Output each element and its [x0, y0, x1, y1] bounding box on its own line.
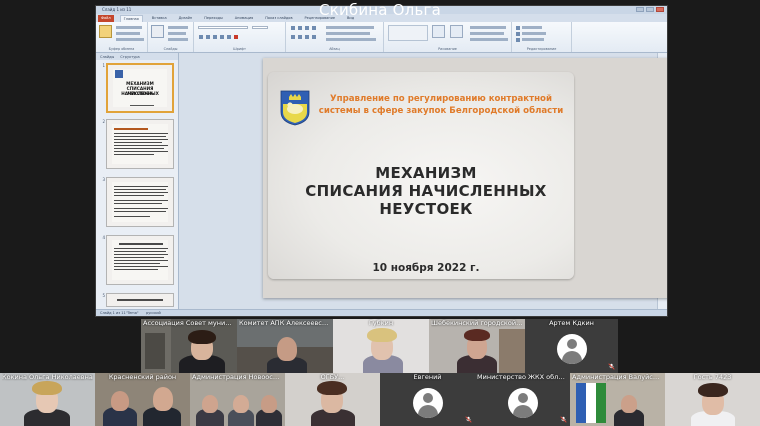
- participant-tile[interactable]: Гость 7423: [665, 373, 760, 426]
- org-line-1: Управление по регулированию контрактной: [330, 94, 552, 104]
- status-slide-number: Слайд 1 из 11: [100, 311, 126, 315]
- participant-tile[interactable]: Ассоциация Совет муници...: [141, 319, 237, 373]
- group-label-paragraph: Абзац: [329, 47, 340, 51]
- belgorod-coat-of-arms-icon: [280, 90, 310, 126]
- participant-name: Артем Кдкин: [549, 319, 594, 327]
- thumbnail-slide-3[interactable]: 3: [99, 177, 174, 227]
- thumbnail-slide-4[interactable]: 4: [99, 235, 174, 285]
- slide-date: 10 ноября 2022 г.: [372, 262, 480, 274]
- participant-tile[interactable]: Евгений: [380, 373, 475, 426]
- group-label-editing: Редактирование: [526, 47, 557, 51]
- ribbon-group-slides[interactable]: Слайды: [148, 22, 194, 52]
- status-theme: "Tema": [126, 311, 139, 315]
- participant-tile[interactable]: Красненский район: [95, 373, 190, 426]
- org-line-2: системы в сфере закупок Белгородской обл…: [318, 105, 564, 116]
- ribbon-group-editing[interactable]: Редактирование: [512, 22, 572, 52]
- participant-tile[interactable]: Кокина Ольга Николаевна: [0, 373, 95, 426]
- avatar: [412, 387, 443, 418]
- find-icon[interactable]: [516, 26, 520, 30]
- participant-name: ОГБУ...: [320, 373, 345, 381]
- avatar: [507, 387, 538, 418]
- participant-tile[interactable]: Министерство ЖКХ области: [475, 373, 570, 426]
- participant-tile[interactable]: Артем Кдкин: [525, 319, 618, 373]
- group-label-clipboard: Буфер обмена: [108, 47, 135, 51]
- participant-name: Шебекинский городской о...: [431, 319, 523, 327]
- mic-off-icon: [465, 416, 472, 423]
- panel-tab-slides[interactable]: Слайды: [100, 55, 114, 59]
- slide-card: Управление по регулированию контрактной …: [268, 72, 574, 279]
- organization-heading: Управление по регулированию контрактной …: [318, 94, 564, 117]
- participant-name: Губкин: [368, 319, 394, 327]
- participant-tile[interactable]: Шебекинский городской о...: [429, 319, 525, 373]
- shared-screen-powerpoint[interactable]: Слайд 1 из 11 Файл Главная Вставка Дизай…: [95, 5, 668, 317]
- avatar: [556, 334, 587, 365]
- panel-tab-outline[interactable]: Структура: [120, 55, 139, 59]
- new-slide-icon[interactable]: [151, 25, 164, 38]
- ribbon-group-font[interactable]: Шрифт: [194, 22, 286, 52]
- ribbon: Буфер обмена Слайды Шрифт Абзац Рисовани…: [96, 22, 667, 53]
- title-line-3: НЕУСТОЕК: [379, 200, 473, 218]
- mic-off-icon: [608, 363, 615, 370]
- participant-tile[interactable]: Комитет АПК Алексеевск...: [237, 319, 333, 373]
- ribbon-group-drawing[interactable]: Рисование: [384, 22, 512, 52]
- participant-name: Комитет АПК Алексеевск...: [239, 319, 331, 327]
- participant-name: Ассоциация Совет муници...: [143, 319, 235, 327]
- video-conference-view: Скибина Ольга Слайд 1 из 11 Файл Главная…: [0, 0, 760, 426]
- presenter-name: Скибина Ольга: [319, 1, 441, 19]
- group-label-drawing: Рисование: [438, 47, 457, 51]
- thumbnail-slide-5[interactable]: 5: [99, 293, 174, 307]
- participant-tile[interactable]: Губкин: [333, 319, 429, 373]
- participant-name: Министерство ЖКХ области: [477, 373, 568, 381]
- ribbon-group-paragraph[interactable]: Абзац: [286, 22, 384, 52]
- participant-tile[interactable]: Администрация Новоосколь...: [190, 373, 285, 426]
- participant-name: Красненский район: [108, 373, 177, 381]
- title-line-2: СПИСАНИЯ НАЧИСЛЕННЫХ: [305, 182, 547, 200]
- participant-name: Гость 7423: [693, 373, 732, 381]
- participant-name: Администрация Валуйского...: [572, 373, 663, 381]
- ribbon-group-clipboard[interactable]: Буфер обмена: [96, 22, 148, 52]
- status-bar: Слайд 1 из 11 "Tema" русский: [96, 309, 667, 316]
- panel-tabs: Слайды Структура: [96, 53, 178, 60]
- participant-name: Администрация Новоосколь...: [192, 373, 283, 381]
- thumbnail-slide-1[interactable]: 1 МЕХАНИЗМ СПИСАНИЯ НАЧИСЛЕННЫХ НЕУСТОЕК: [99, 63, 174, 113]
- status-language: русский: [146, 311, 161, 315]
- title-line-1: МЕХАНИЗМ: [375, 164, 477, 182]
- participant-name: Евгений: [413, 373, 442, 381]
- current-slide[interactable]: Управление по регулированию контрактной …: [263, 58, 667, 298]
- group-label-font: Шрифт: [233, 47, 246, 51]
- mic-off-icon: [560, 416, 567, 423]
- group-label-slides: Слайды: [163, 47, 178, 51]
- replace-icon[interactable]: [516, 32, 520, 36]
- participant-tile[interactable]: Администрация Валуйского...: [570, 373, 665, 426]
- select-icon[interactable]: [516, 38, 520, 42]
- thumbnail-slide-2[interactable]: 2: [99, 119, 174, 169]
- participant-tile[interactable]: ОГБУ...: [285, 373, 380, 426]
- paste-icon[interactable]: [99, 25, 112, 38]
- slide-thumbnails-panel[interactable]: Слайды Структура 1 МЕХАНИЗМ СПИСАНИЯ НАЧ…: [96, 53, 179, 311]
- participant-name: Кокина Ольга Николаевна: [2, 373, 93, 381]
- slide-title: МЕХАНИЗМ СПИСАНИЯ НАЧИСЛЕННЫХ НЕУСТОЕК: [278, 164, 574, 218]
